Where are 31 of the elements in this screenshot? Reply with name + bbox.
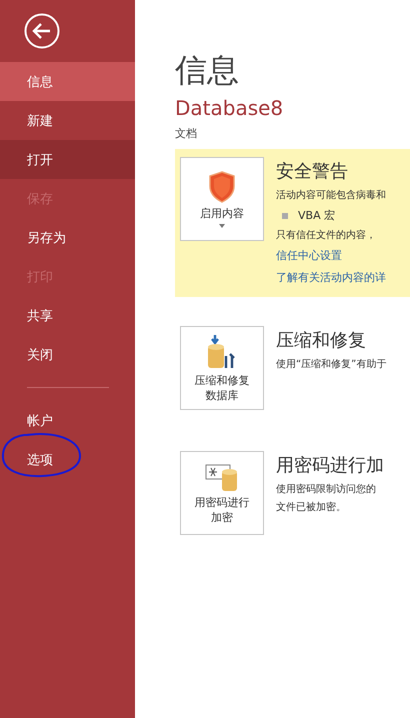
section-description: 使用“压缩和修复”有助于 [276, 358, 386, 372]
sidebar-item[interactable]: 另存为 [0, 218, 135, 257]
action-button[interactable]: 用密码进行加密 [180, 451, 264, 535]
section-description: 活动内容可能包含病毒和 [276, 188, 386, 203]
section-title: 安全警告 [276, 160, 349, 183]
database-tools-icon [207, 334, 237, 370]
password-database-icon [205, 462, 239, 492]
sidebar-item[interactable]: 打开 [0, 140, 135, 179]
action-button[interactable]: 启用内容 [180, 157, 264, 241]
page-title: 信息 [175, 50, 240, 90]
warning-note: 只有信任文件的内容， [276, 228, 377, 243]
help-link[interactable]: 信任中心设置 [276, 245, 342, 267]
back-icon[interactable] [24, 13, 60, 49]
sidebar-item[interactable]: 信息 [0, 62, 135, 101]
help-link[interactable]: 了解有关活动内容的详 [276, 267, 386, 289]
section-title: 压缩和修复 [276, 329, 367, 352]
dropdown-caret-icon [219, 224, 225, 228]
section-title: 用密码进行加 [276, 454, 384, 477]
shield-icon [208, 170, 236, 202]
sidebar-item[interactable]: 共享 [0, 296, 135, 335]
sidebar-item[interactable]: 帐户 [0, 401, 135, 440]
file-location: 文档 [175, 126, 198, 141]
macro-label: VBA 宏 [298, 208, 336, 224]
action-button[interactable]: 压缩和修复数据库 [180, 326, 264, 410]
database-name: Database8 [175, 96, 284, 120]
section-description: 文件已被加密。 [276, 500, 347, 515]
bullet-icon [282, 213, 288, 219]
sidebar-item[interactable]: 新建 [0, 101, 135, 140]
section-description: 使用密码限制访问您的 [276, 482, 377, 497]
sidebar-item[interactable]: 关闭 [0, 335, 135, 374]
sidebar-item[interactable]: 选项 [0, 440, 135, 479]
